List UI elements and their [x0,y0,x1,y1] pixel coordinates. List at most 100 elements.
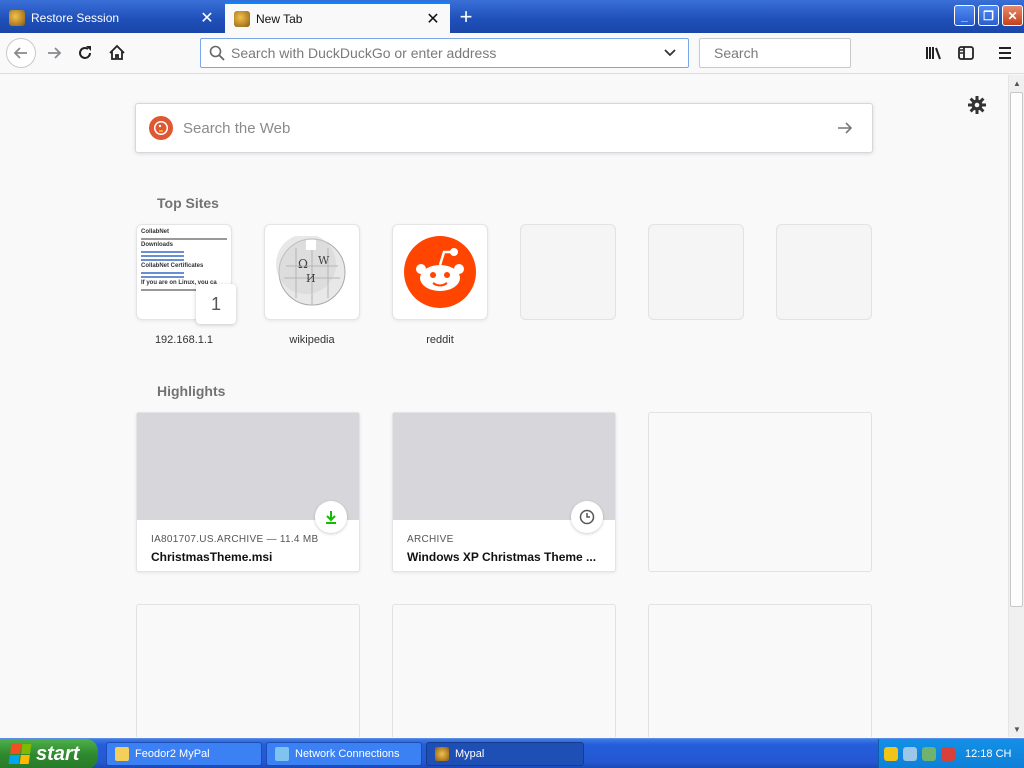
card-source: IA801707.US.ARCHIVE — 11.4 MB [151,534,319,545]
start-label: start [36,742,80,765]
site-thumbnail: Ω W И [264,224,360,320]
tab-bar: Restore Session ✕ New Tab ✕ + _ ❐ ✕ [0,0,1024,33]
windows-taskbar: start Feodor2 MyPal Network Connections … [0,738,1024,768]
site-thumbnail [392,224,488,320]
hamburger-menu-icon [999,47,1011,59]
vertical-scrollbar[interactable]: ▲ ▼ [1008,75,1024,737]
top-site-tile[interactable]: reddit [392,224,488,346]
sidebar-button[interactable] [952,39,980,67]
thumb-sub: CollabNet Certificates [141,263,204,269]
back-button[interactable] [6,38,36,68]
close-tab-icon[interactable]: ✕ [196,7,218,29]
maximize-button[interactable]: ❐ [978,5,999,26]
reload-button[interactable] [71,39,99,67]
security-alert-icon[interactable] [941,747,955,761]
highlights-heading: Highlights [157,383,226,399]
folder-icon [115,747,129,761]
url-bar[interactable] [200,38,689,68]
top-site-tile[interactable]: CollabNet Downloads CollabNet Certificat… [136,224,236,346]
svg-text:W: W [318,254,330,267]
web-search-box[interactable] [135,103,873,153]
web-search-input[interactable] [183,119,830,137]
card-preview [393,413,615,533]
clock: 12:18 CH [965,748,1012,760]
close-tab-icon[interactable]: ✕ [422,8,444,30]
wikipedia-globe-icon: Ω W И [276,236,346,306]
sidebar-icon [958,46,974,60]
download-icon [315,501,347,533]
new-tab-button[interactable]: + [452,4,480,30]
task-label: Mypal [455,748,485,760]
minimize-button[interactable]: _ [954,5,975,26]
back-arrow-icon [13,47,27,59]
network-status-icon[interactable] [903,747,917,761]
card-source: ARCHIVE [407,534,454,545]
search-submit-arrow-icon[interactable] [830,113,860,143]
network-icon [275,747,289,761]
thumb-sub: Downloads [141,242,174,248]
scroll-thumb[interactable] [1010,92,1023,607]
chevron-down-icon[interactable] [658,41,682,65]
empty-tile [776,224,872,320]
home-icon [109,44,125,60]
empty-top-site-slot [520,224,616,320]
scroll-down-arrow-icon[interactable]: ▼ [1009,721,1024,737]
empty-highlight-slot [392,604,616,737]
empty-highlight-slot [136,604,360,737]
gear-icon[interactable] [967,95,987,115]
start-button[interactable]: start [0,739,98,768]
empty-tile [648,224,744,320]
card-title: ChristmasTheme.msi [151,550,273,564]
card-title: Windows XP Christmas Theme ... [407,550,597,564]
search-bar[interactable] [699,38,895,68]
site-label: wikipedia [289,334,335,346]
mypal-favicon-icon [9,9,25,26]
top-sites-heading: Top Sites [157,195,219,211]
tab-title: Restore Session [31,10,120,25]
menu-button[interactable] [991,39,1019,67]
home-button[interactable] [103,39,131,67]
close-window-button[interactable]: ✕ [1002,5,1023,26]
thumb-heading: CollabNet [141,229,170,235]
taskbar-item-mypal[interactable]: Mypal [426,742,584,766]
scroll-up-arrow-icon[interactable]: ▲ [1009,75,1024,91]
svg-text:И: И [306,272,316,285]
task-label: Feodor2 MyPal [135,748,210,760]
library-button[interactable] [920,39,948,67]
clock-icon [571,501,603,533]
tab-new-tab[interactable]: New Tab ✕ [225,2,450,33]
mypal-icon [435,747,449,761]
site-label: 192.168.1.1 [154,334,214,346]
svg-text:Ω: Ω [298,257,308,271]
url-input[interactable] [231,45,658,61]
site-badge: 1 [196,284,236,324]
reddit-logo-icon [404,236,476,308]
highlight-card[interactable]: IA801707.US.ARCHIVE — 11.4 MB ChristmasT… [136,412,360,572]
empty-top-site-slot [776,224,872,320]
site-label: reddit [426,334,454,346]
empty-top-site-slot [648,224,744,320]
search-input[interactable] [714,45,895,61]
duckduckgo-logo-icon [149,116,173,140]
mypal-favicon-icon [234,10,250,27]
shield-icon[interactable] [884,747,898,761]
highlight-card[interactable]: ARCHIVE Windows XP Christmas Theme ... [392,412,616,572]
system-tray: 12:18 CH [878,739,1024,768]
top-site-tile[interactable]: Ω W И wikipedia [264,224,360,346]
forward-arrow-icon [48,47,62,59]
tab-restore-session[interactable]: Restore Session ✕ [0,2,224,33]
reload-icon [79,46,91,59]
empty-highlight-slot [648,412,872,572]
tab-title: New Tab [256,11,303,26]
nav-toolbar [0,33,1024,74]
card-preview [137,413,359,533]
new-tab-page: Top Sites CollabNet Downloads CollabNet … [0,75,1008,737]
empty-highlight-slot [648,604,872,737]
empty-tile [520,224,616,320]
library-icon [926,47,941,60]
taskbar-item-network[interactable]: Network Connections [266,742,422,766]
taskbar-item-feodor2[interactable]: Feodor2 MyPal [106,742,262,766]
network-status-icon[interactable] [922,747,936,761]
forward-button[interactable] [40,39,68,67]
search-icon [209,45,225,61]
